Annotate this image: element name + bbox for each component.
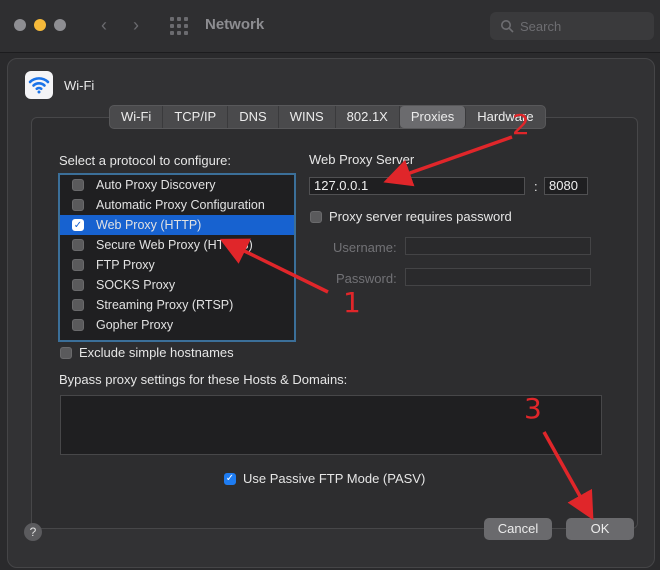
tab-8021x[interactable]: 802.1X xyxy=(336,106,400,128)
tab-hardware[interactable]: Hardware xyxy=(466,106,544,128)
cancel-button[interactable]: Cancel xyxy=(484,518,552,540)
password-label: Password: xyxy=(336,271,397,286)
exclude-hostnames-label: Exclude simple hostnames xyxy=(79,345,234,360)
bypass-heading: Bypass proxy settings for these Hosts & … xyxy=(59,372,348,387)
tab-dns[interactable]: DNS xyxy=(228,106,279,128)
list-item[interactable]: Secure Web Proxy (HTTPS) xyxy=(60,235,294,255)
zoom-window-button[interactable] xyxy=(54,19,66,31)
password-field[interactable] xyxy=(405,268,591,286)
list-item[interactable]: SOCKS Proxy xyxy=(60,275,294,295)
requires-password-checkbox[interactable] xyxy=(310,210,322,223)
back-chevron-icon[interactable]: ‹ xyxy=(94,14,114,36)
window-titlebar: ‹ › Network Search xyxy=(0,0,660,53)
passive-ftp-row[interactable]: ✓ Use Passive FTP Mode (PASV) xyxy=(224,471,425,486)
annotation-number-1: 1 xyxy=(343,286,361,319)
search-icon xyxy=(501,20,514,33)
protocol-label: Auto Proxy Discovery xyxy=(96,178,216,192)
protocol-checkbox[interactable] xyxy=(72,319,84,331)
proxy-address-input[interactable]: 127.0.0.1 xyxy=(309,177,525,195)
tab-wins[interactable]: WINS xyxy=(279,106,336,128)
forward-chevron-icon[interactable]: › xyxy=(126,14,146,36)
protocol-label: Automatic Proxy Configuration xyxy=(96,198,265,212)
tab-proxies[interactable]: Proxies xyxy=(399,106,467,128)
bypass-hosts-textarea[interactable] xyxy=(60,395,602,455)
protocol-label: Web Proxy (HTTP) xyxy=(96,218,202,232)
annotation-number-2: 2 xyxy=(512,108,530,141)
web-proxy-server-heading: Web Proxy Server xyxy=(309,152,415,167)
annotation-number-3: 3 xyxy=(524,392,542,425)
protocol-list[interactable]: Auto Proxy Discovery Automatic Proxy Con… xyxy=(58,173,296,342)
passive-ftp-checkbox-checked[interactable]: ✓ xyxy=(224,472,236,485)
interface-name: Wi-Fi xyxy=(64,78,95,93)
minimize-window-button[interactable] xyxy=(34,19,46,31)
protocol-checkbox[interactable] xyxy=(72,239,84,251)
protocol-checkbox[interactable] xyxy=(72,299,84,311)
window-title: Network xyxy=(205,16,265,33)
protocol-checkbox[interactable] xyxy=(72,179,84,191)
tab-tcpip[interactable]: TCP/IP xyxy=(163,106,229,128)
list-item[interactable]: Gopher Proxy xyxy=(60,315,294,335)
proxy-port-input[interactable]: 8080 xyxy=(544,177,588,195)
protocol-checkbox[interactable] xyxy=(72,279,84,291)
username-label: Username: xyxy=(333,240,397,255)
exclude-hostnames-checkbox[interactable] xyxy=(60,346,72,359)
passive-ftp-label: Use Passive FTP Mode (PASV) xyxy=(243,471,426,486)
list-item[interactable]: Streaming Proxy (RTSP) xyxy=(60,295,294,315)
list-item[interactable]: Automatic Proxy Configuration xyxy=(60,195,294,215)
search-placeholder: Search xyxy=(520,19,562,34)
protocol-heading: Select a protocol to configure: xyxy=(59,153,231,168)
username-field[interactable] xyxy=(405,237,591,255)
protocol-label: Streaming Proxy (RTSP) xyxy=(96,298,234,312)
protocol-checkbox[interactable] xyxy=(72,259,84,271)
list-item[interactable]: FTP Proxy xyxy=(60,255,294,275)
protocol-label: SOCKS Proxy xyxy=(96,278,176,292)
show-all-grid-icon[interactable] xyxy=(170,17,188,35)
list-item-selected[interactable]: ✓ Web Proxy (HTTP) xyxy=(60,215,294,235)
port-separator: : xyxy=(534,179,538,194)
protocol-label: Secure Web Proxy (HTTPS) xyxy=(96,238,253,252)
list-item[interactable]: Auto Proxy Discovery xyxy=(60,175,294,195)
tab-bar: Wi-Fi TCP/IP DNS WINS 802.1X Proxies Har… xyxy=(109,105,546,129)
protocol-label: Gopher Proxy xyxy=(96,318,174,332)
ok-button[interactable]: OK xyxy=(566,518,634,540)
search-field[interactable]: Search xyxy=(490,12,654,40)
requires-password-row[interactable]: Proxy server requires password xyxy=(310,209,512,224)
help-button[interactable]: ? xyxy=(24,523,42,541)
tab-wifi[interactable]: Wi-Fi xyxy=(110,106,164,128)
proxy-settings-sheet: Wi-Fi Wi-Fi TCP/IP DNS WINS 802.1X Proxi… xyxy=(7,58,655,568)
protocol-checkbox-checked[interactable]: ✓ xyxy=(72,219,84,231)
protocol-checkbox[interactable] xyxy=(72,199,84,211)
protocol-label: FTP Proxy xyxy=(96,258,155,272)
requires-password-label: Proxy server requires password xyxy=(329,209,512,224)
wifi-icon xyxy=(25,71,53,99)
close-window-button[interactable] xyxy=(14,19,26,31)
exclude-hostnames-row[interactable]: Exclude simple hostnames xyxy=(60,345,234,360)
